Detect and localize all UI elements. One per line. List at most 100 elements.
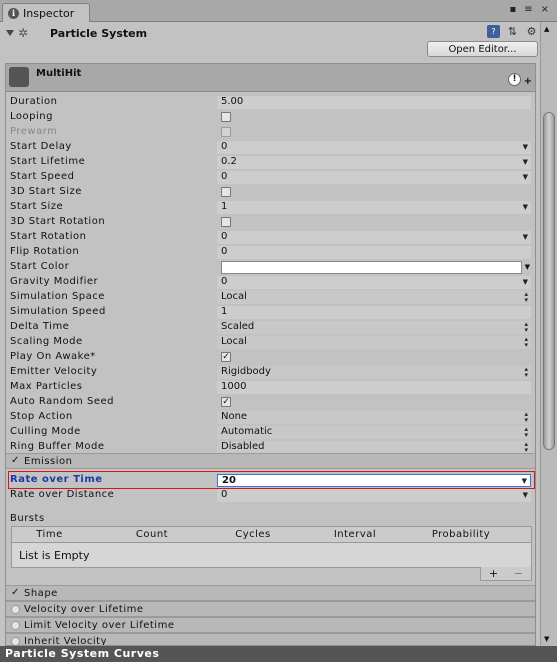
delta-time-dropdown[interactable]: Scaled ▴ ▾ xyxy=(217,321,531,334)
start-delay-input[interactable]: 0 ▼ xyxy=(217,141,531,154)
scaling-mode-dropdown[interactable]: Local ▴ ▾ xyxy=(217,336,531,349)
main-module-title: MultiHit xyxy=(36,68,82,79)
flip-rotation-label: Flip Rotation xyxy=(10,246,80,257)
add-burst-button[interactable]: + xyxy=(489,567,498,580)
scroll-up-icon[interactable]: ▲ xyxy=(544,25,549,33)
particle-system-curves-bar[interactable]: Particle System Curves xyxy=(0,646,557,662)
menu-icon[interactable]: ≡ xyxy=(524,4,532,15)
maximize-icon[interactable]: ▪ xyxy=(509,4,516,15)
rate-over-distance-label: Rate over Distance xyxy=(10,489,115,500)
duration-input[interactable]: 5.00 xyxy=(217,96,531,109)
row-gravity-modifier: Gravity Modifier 0 ▼ xyxy=(10,275,533,290)
emission-checkbox[interactable]: ✓ xyxy=(11,455,19,466)
close-icon[interactable]: × xyxy=(541,4,549,15)
row-scaling-mode: Scaling Mode Local ▴ ▾ xyxy=(10,335,533,350)
open-editor-button[interactable]: Open Editor... xyxy=(427,41,538,57)
row-looping: Looping xyxy=(10,110,533,125)
row-3d-start-size: 3D Start Size xyxy=(10,185,533,200)
chevron-down-icon[interactable]: ▼ xyxy=(523,156,528,169)
section-limit-velocity-over-lifetime[interactable]: Limit Velocity over Lifetime xyxy=(6,617,535,633)
row-flip-rotation: Flip Rotation 0 xyxy=(10,245,533,260)
delta-time-label: Delta Time xyxy=(10,321,70,332)
preset-icon[interactable]: ⇅ xyxy=(506,25,519,38)
rate-over-time-input[interactable]: 20 ▼ xyxy=(217,474,531,487)
stop-action-label: Stop Action xyxy=(10,411,73,422)
row-rate-over-time: Rate over Time 20 ▼ xyxy=(10,473,533,488)
velocity-over-lifetime-toggle[interactable] xyxy=(11,605,20,614)
chevron-down-icon[interactable]: ▼ xyxy=(523,201,528,214)
culling-mode-dropdown[interactable]: Automatic ▴ ▾ xyxy=(217,426,531,439)
start-delay-label: Start Delay xyxy=(10,141,72,152)
bursts-col-cycles: Cycles xyxy=(235,529,271,540)
looping-checkbox[interactable] xyxy=(221,112,231,122)
simulation-space-value: Local xyxy=(221,291,247,302)
rate-over-distance-input[interactable]: 0 ▼ xyxy=(217,489,531,502)
start-delay-value: 0 xyxy=(221,141,228,152)
scrollbar-thumb[interactable] xyxy=(543,112,555,450)
updown-arrows-icon: ▴ ▾ xyxy=(524,335,528,349)
fold-arrow-icon[interactable] xyxy=(6,30,14,36)
start-speed-input[interactable]: 0 ▼ xyxy=(217,171,531,184)
inspector-scrollbar[interactable]: ▲ ▼ xyxy=(540,22,557,646)
help-book-icon[interactable]: ? xyxy=(487,25,500,38)
section-velocity-over-lifetime[interactable]: Velocity over Lifetime xyxy=(6,601,535,617)
component-header-icons: ? ⇅ ⚙ xyxy=(487,25,538,38)
row-start-speed: Start Speed 0 ▼ xyxy=(10,170,533,185)
3d-start-rotation-checkbox[interactable] xyxy=(221,217,231,227)
chevron-down-icon[interactable]: ▼ xyxy=(523,171,528,184)
simulation-speed-input[interactable]: 1 xyxy=(217,306,531,319)
component-header: ✲ Particle System ? ⇅ ⚙ Open Editor... xyxy=(0,22,540,60)
alert-icon[interactable]: ! xyxy=(508,73,521,86)
inspector-tab-bar: i Inspector ▪ ≡ × xyxy=(0,0,557,22)
main-module-header[interactable]: MultiHit ! + xyxy=(6,64,535,92)
row-emitter-velocity: Emitter Velocity Rigidbody ▴ ▾ xyxy=(10,365,533,380)
simulation-space-label: Simulation Space xyxy=(10,291,105,302)
start-lifetime-input[interactable]: 0.2 ▼ xyxy=(217,156,531,169)
start-color-color-field[interactable] xyxy=(221,261,522,274)
section-inherit-velocity[interactable]: Inherit Velocity xyxy=(6,633,535,646)
section-shape[interactable]: ✓ Shape xyxy=(6,585,535,601)
max-particles-input[interactable]: 1000 xyxy=(217,381,531,394)
chevron-down-icon[interactable]: ▼ xyxy=(523,489,528,502)
3d-start-size-checkbox[interactable] xyxy=(221,187,231,197)
chevron-down-icon[interactable]: ▼ xyxy=(523,141,528,154)
tab-inspector[interactable]: i Inspector xyxy=(2,3,90,22)
start-rotation-input[interactable]: 0 ▼ xyxy=(217,231,531,244)
main-module-icon xyxy=(9,67,29,87)
gear-icon[interactable]: ⚙ xyxy=(525,25,538,38)
inherit-velocity-toggle[interactable] xyxy=(11,637,20,645)
chevron-down-icon[interactable]: ▼ xyxy=(523,231,528,244)
play-on-awake-checkbox[interactable]: ✓ xyxy=(221,352,231,362)
emitter-velocity-value: Rigidbody xyxy=(221,366,271,377)
stop-action-dropdown[interactable]: None ▴ ▾ xyxy=(217,411,531,424)
auto-random-seed-label: Auto Random Seed xyxy=(10,396,114,407)
emitter-velocity-dropdown[interactable]: Rigidbody ▴ ▾ xyxy=(217,366,531,379)
bursts-col-count: Count xyxy=(135,529,169,540)
ring-buffer-mode-label: Ring Buffer Mode xyxy=(10,441,105,452)
scroll-down-icon[interactable]: ▼ xyxy=(544,635,549,643)
updown-arrows-icon: ▴ ▾ xyxy=(524,440,528,454)
remove-burst-button[interactable]: − xyxy=(514,567,523,580)
section-emission[interactable]: ✓ Emission xyxy=(6,453,535,469)
flip-rotation-input[interactable]: 0 xyxy=(217,246,531,259)
tab-controls: ▪ ≡ × xyxy=(509,4,549,15)
start-size-input[interactable]: 1 ▼ xyxy=(217,201,531,214)
simulation-space-dropdown[interactable]: Local ▴ ▾ xyxy=(217,291,531,304)
gravity-modifier-input[interactable]: 0 ▼ xyxy=(217,276,531,289)
shape-checkbox[interactable]: ✓ xyxy=(11,587,19,598)
row-max-particles: Max Particles 1000 xyxy=(10,380,533,395)
scaling-mode-value: Local xyxy=(221,336,247,347)
add-module-icon[interactable]: + xyxy=(524,76,532,87)
particle-system-panel: MultiHit ! + Duration 5.00 Looping Prewarm S… xyxy=(5,63,536,646)
auto-random-seed-checkbox[interactable]: ✓ xyxy=(221,397,231,407)
chevron-down-icon[interactable]: ▼ xyxy=(522,475,527,488)
bursts-col-interval: Interval xyxy=(333,529,377,540)
rate-over-distance-value: 0 xyxy=(221,489,228,500)
chevron-down-icon[interactable]: ▼ xyxy=(523,276,528,289)
limit-velocity-over-lifetime-toggle[interactable] xyxy=(11,621,20,630)
row-simulation-space: Simulation Space Local ▴ ▾ xyxy=(10,290,533,305)
start-speed-label: Start Speed xyxy=(10,171,75,182)
inherit-velocity-label: Inherit Velocity xyxy=(24,636,107,646)
emitter-velocity-label: Emitter Velocity xyxy=(10,366,98,377)
chevron-down-icon[interactable]: ▼ xyxy=(525,261,530,274)
